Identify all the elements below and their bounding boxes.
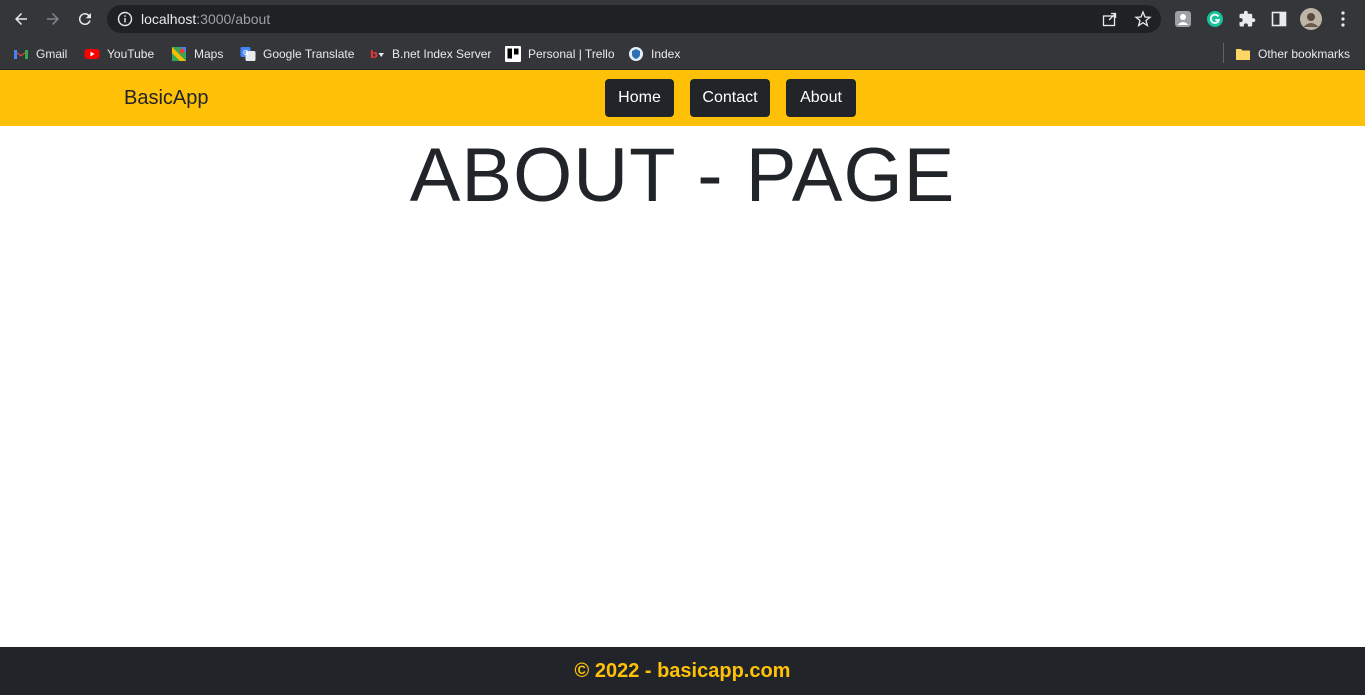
bookmark-label: Maps (194, 47, 224, 61)
nav-about-button[interactable]: About (786, 79, 856, 117)
trello-icon (505, 46, 521, 62)
avatar[interactable] (1300, 8, 1322, 30)
bookmark-label: Gmail (36, 47, 68, 61)
gmail-icon (14, 50, 28, 59)
side-panel-icon[interactable] (1269, 9, 1289, 29)
bookmark-index[interactable]: Index (628, 38, 680, 70)
nav-home-button[interactable]: Home (605, 79, 674, 117)
other-bookmarks[interactable]: Other bookmarks (1235, 38, 1350, 70)
url-path: :3000/about (196, 11, 271, 27)
maps-icon (172, 47, 186, 61)
brand-link[interactable]: BasicApp (124, 87, 209, 110)
footer-text: © 2022 - basicapp.com (574, 659, 791, 682)
reload-button[interactable] (73, 7, 97, 31)
app-navbar: BasicApp Home Contact About (0, 70, 1365, 126)
grammarly-icon[interactable] (1205, 9, 1225, 29)
translate-icon: G (240, 47, 256, 61)
page-footer: © 2022 - basicapp.com (0, 647, 1365, 695)
puzzle-icon[interactable] (1237, 9, 1257, 29)
bookmark-trello[interactable]: Personal | Trello (505, 38, 615, 70)
url-text: localhost:3000/about (141, 11, 270, 27)
page-title: ABOUT - PAGE (409, 133, 956, 218)
bookmark-label: Personal | Trello (528, 47, 615, 61)
youtube-icon (84, 49, 100, 59)
other-bookmarks-label: Other bookmarks (1258, 47, 1351, 61)
folder-icon (1236, 49, 1250, 60)
star-icon[interactable] (1134, 10, 1152, 28)
bookmark-bnet[interactable]: b B.net Index Server (369, 38, 491, 70)
arrow-left-icon (15, 13, 27, 25)
url-host: localhost (141, 11, 197, 27)
back-button[interactable] (9, 7, 33, 31)
extension-contacts-icon[interactable] (1173, 9, 1193, 29)
bookmark-label: Google Translate (263, 47, 355, 61)
info-icon (117, 11, 133, 27)
bookmark-label: YouTube (107, 47, 155, 61)
svg-text:b: b (370, 48, 378, 61)
address-bar[interactable]: localhost:3000/about (107, 5, 1161, 33)
share-icon[interactable] (1101, 10, 1119, 28)
arrow-right-icon (47, 13, 59, 25)
bookmark-maps[interactable]: Maps (171, 38, 223, 70)
bookmarks-bar: Gmail YouTube Maps G Google Translate b … (0, 38, 1365, 70)
menu-dots-icon[interactable] (1333, 9, 1353, 29)
bookmark-gmail[interactable]: Gmail (13, 38, 67, 70)
bookmark-label: B.net Index Server (392, 47, 492, 61)
bookmark-youtube[interactable]: YouTube (84, 38, 154, 70)
bnet-icon: b (370, 48, 384, 61)
nav-contact-button[interactable]: Contact (690, 79, 770, 117)
index-icon (629, 47, 643, 61)
reload-icon (78, 13, 91, 26)
svg-text:G: G (243, 49, 248, 57)
browser-toolbar: localhost:3000/about (0, 0, 1365, 38)
forward-button[interactable] (41, 7, 65, 31)
bookmarks-divider (1223, 43, 1224, 63)
bookmark-google-translate[interactable]: G Google Translate (240, 38, 354, 70)
bookmark-label: Index (651, 47, 681, 61)
